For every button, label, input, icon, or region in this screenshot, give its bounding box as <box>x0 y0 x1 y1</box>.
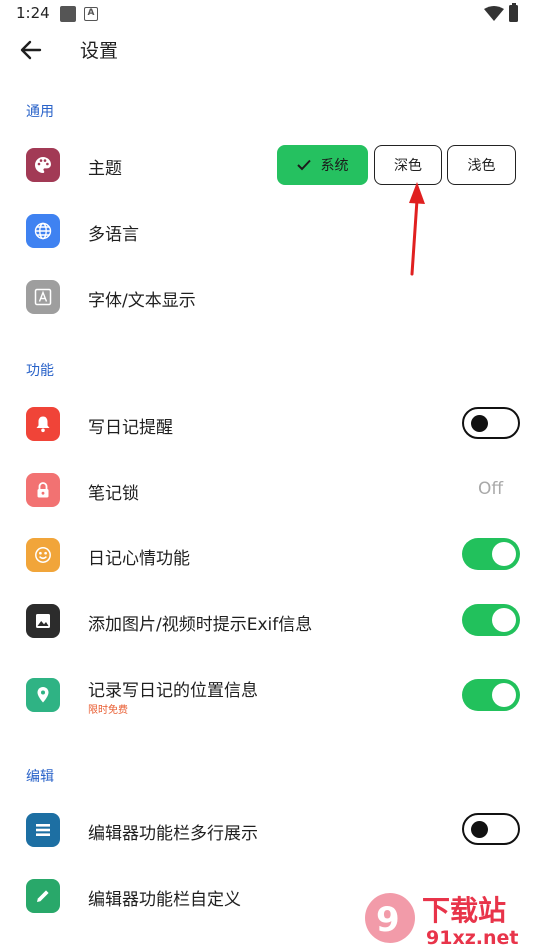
toggle-knob <box>471 821 488 838</box>
theme-option-dark-label: 深色 <box>394 158 422 174</box>
svg-text:9: 9 <box>376 900 400 940</box>
location-record-label: 记录写日记的位置信息 <box>88 681 258 701</box>
editor-customize-label: 编辑器功能栏自定义 <box>88 890 241 910</box>
font-icon <box>26 280 60 314</box>
editor-multiline-label: 编辑器功能栏多行展示 <box>88 824 258 844</box>
exif-prompt-toggle[interactable] <box>462 604 520 636</box>
svg-text:下载站: 下载站 <box>422 894 506 927</box>
theme-option-system[interactable]: 系统 <box>277 145 368 185</box>
svg-text:91xz.net: 91xz.net <box>426 927 518 949</box>
font-display-row[interactable]: 字体/文本显示 <box>0 280 534 316</box>
note-lock-label: 笔记锁 <box>88 484 139 504</box>
status-time: 1:24 <box>16 4 50 22</box>
language-row[interactable]: 多语言 <box>0 214 534 250</box>
section-header-editor: 编辑 <box>26 769 54 785</box>
palette-icon <box>26 148 60 182</box>
back-button[interactable] <box>18 38 46 62</box>
app-notification-icon: A <box>84 7 98 21</box>
theme-label: 主题 <box>88 159 122 179</box>
exif-prompt-label: 添加图片/视频时提示Exif信息 <box>88 615 313 635</box>
free-limited-badge: 限时免费 <box>88 705 128 716</box>
location-record-row: 记录写日记的位置信息 限时免费 <box>0 677 534 717</box>
watermark-logo: 9 下载站 91xz.net <box>365 893 518 949</box>
wifi-icon <box>484 6 504 21</box>
diary-mood-label: 日记心情功能 <box>88 549 190 569</box>
diary-reminder-row: 写日记提醒 <box>0 407 534 443</box>
diary-mood-row: 日记心情功能 <box>0 538 534 574</box>
note-lock-row[interactable]: 笔记锁 <box>0 473 534 509</box>
app-bar: 设置 <box>0 28 534 72</box>
theme-option-light[interactable]: 浅色 <box>447 145 516 185</box>
toggle-knob <box>492 683 516 707</box>
smiley-icon <box>26 538 60 572</box>
diary-reminder-toggle[interactable] <box>462 407 520 439</box>
globe-icon <box>26 214 60 248</box>
theme-option-system-label: 系统 <box>320 158 349 174</box>
diary-mood-toggle[interactable] <box>462 538 520 570</box>
image-icon <box>26 604 60 638</box>
notification-icon <box>60 6 76 22</box>
location-pin-icon <box>26 678 60 712</box>
bell-icon <box>26 407 60 441</box>
language-label: 多语言 <box>88 225 139 245</box>
toggle-knob <box>492 608 516 632</box>
toggle-knob <box>471 415 488 432</box>
list-icon <box>26 813 60 847</box>
section-header-features: 功能 <box>26 363 54 379</box>
diary-reminder-label: 写日记提醒 <box>88 418 173 438</box>
page-title: 设置 <box>80 40 119 62</box>
status-bar: 1:24 A <box>0 0 534 28</box>
checkmark-icon <box>296 159 311 171</box>
lock-icon <box>26 473 60 507</box>
location-record-toggle[interactable] <box>462 679 520 711</box>
battery-icon <box>509 3 518 22</box>
editor-multiline-toggle[interactable] <box>462 813 520 845</box>
editor-multiline-row: 编辑器功能栏多行展示 <box>0 813 534 849</box>
section-header-general: 通用 <box>26 104 54 120</box>
font-display-label: 字体/文本显示 <box>88 291 196 311</box>
pencil-icon <box>26 879 60 913</box>
toggle-knob <box>492 542 516 566</box>
annotation-arrow-icon <box>409 182 425 276</box>
exif-prompt-row: 添加图片/视频时提示Exif信息 <box>0 604 534 640</box>
arrow-left-icon <box>20 40 42 60</box>
note-lock-value: Off <box>478 479 504 499</box>
theme-option-light-label: 浅色 <box>467 158 496 174</box>
